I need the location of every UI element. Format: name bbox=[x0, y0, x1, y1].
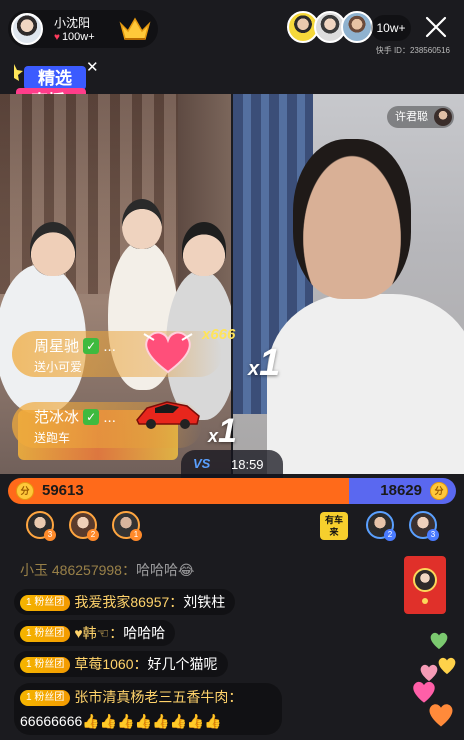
check-icon: ✓ bbox=[83, 338, 100, 354]
comment-user: 张市清真杨老三五香牛肉 bbox=[74, 689, 229, 705]
pk-score-bar[interactable]: 分 59613 18629 分 bbox=[8, 478, 456, 504]
red-packet-seal bbox=[422, 598, 428, 604]
stream-id: 快手 ID：238560516 bbox=[375, 46, 450, 55]
performer-left-head bbox=[30, 222, 76, 276]
guest-name-tag[interactable]: 许君聪 bbox=[387, 106, 454, 128]
contributor-rank: 2 bbox=[384, 529, 396, 541]
gift-sender-name: 范冰冰 bbox=[34, 409, 80, 426]
red-packet-button[interactable] bbox=[404, 556, 446, 614]
host-likes-count: 100w+ bbox=[61, 31, 95, 43]
red-packet-avatar bbox=[413, 568, 437, 592]
floating-heart-icon bbox=[430, 632, 448, 650]
fan-club-badge: 1 粉丝团 bbox=[20, 690, 71, 706]
floating-heart-icon bbox=[438, 657, 456, 675]
badge-close-icon[interactable]: ✕ bbox=[86, 58, 99, 76]
contributor-rank: 3 bbox=[427, 529, 439, 541]
fan-club-badge: 1 粉丝团 bbox=[20, 626, 71, 642]
contributor-rank: 2 bbox=[87, 529, 99, 541]
check-icon: ✓ bbox=[83, 409, 100, 425]
badge-line1: 精选 bbox=[38, 68, 72, 89]
viewer-count[interactable]: 10w+ bbox=[371, 15, 411, 41]
contributor-rank: 1 bbox=[130, 529, 142, 541]
comment-user: 我爱我家86957 bbox=[74, 594, 170, 610]
comment-item[interactable]: 1 粉丝团 ♥韩☜：哈哈哈 bbox=[14, 620, 176, 646]
guest-avatar[interactable] bbox=[434, 108, 452, 126]
comment-text: 66666666👍👍👍👍👍👍👍👍 bbox=[20, 713, 222, 729]
contributor-avatar[interactable]: 3 bbox=[409, 511, 439, 541]
floating-heart-icon bbox=[429, 704, 453, 727]
contributor-avatar[interactable]: 2 bbox=[69, 511, 99, 541]
multiplier-right-value: 1 bbox=[259, 342, 281, 384]
comment-user: ♥韩☜ bbox=[74, 625, 110, 641]
gift-multiplier-left: x1 bbox=[208, 412, 237, 450]
guest-name: 许君聪 bbox=[395, 111, 428, 123]
close-icon[interactable] bbox=[422, 13, 450, 41]
performer-right-head bbox=[182, 222, 226, 276]
top-viewers[interactable] bbox=[287, 11, 373, 43]
pk-timer-text: 18:59 bbox=[231, 457, 264, 472]
comment-item[interactable]: 1 粉丝团 草莓1060：好几个猫呢 bbox=[14, 651, 228, 677]
comment-text: 哈哈哈😂 bbox=[135, 562, 195, 578]
comment-item[interactable]: 小玉 486257998：哈哈哈😂 bbox=[14, 557, 204, 583]
contributor-avatar[interactable]: 3 bbox=[26, 511, 56, 541]
contributor-rank: 3 bbox=[44, 529, 56, 541]
fan-club-badge: 1 粉丝团 bbox=[20, 595, 71, 611]
host-info[interactable]: 小沈阳 ♥ 100w+ bbox=[8, 10, 158, 48]
gift-multiplier-right: x1 bbox=[248, 342, 281, 384]
multiplier-left-value: 1 bbox=[218, 412, 237, 450]
video-right-stream[interactable]: 许君聪 bbox=[233, 94, 464, 474]
comment-user: 草莓1060 bbox=[74, 656, 134, 672]
comment-item[interactable]: 1 粉丝团 张市清真杨老三五香牛肉： 66666666👍👍👍👍👍👍👍👍 bbox=[14, 683, 282, 735]
host-avatar[interactable] bbox=[11, 13, 43, 45]
comment-text: 好几个猫呢 bbox=[147, 656, 218, 672]
viewer-avatar[interactable] bbox=[341, 11, 373, 43]
comment-item[interactable]: 1 粉丝团 我爱我家86957：刘铁柱 bbox=[14, 589, 236, 615]
guest-head bbox=[293, 139, 411, 299]
crown-icon[interactable] bbox=[118, 15, 152, 43]
pk-timer: VS 18:59 bbox=[181, 450, 283, 478]
comment-user: 小玉 486257998 bbox=[20, 562, 122, 578]
comment-text: 哈哈哈 bbox=[123, 625, 166, 641]
contributor-avatar[interactable]: 2 bbox=[366, 511, 396, 541]
guest-body bbox=[267, 294, 464, 474]
pk-right-score: 18629 bbox=[380, 482, 422, 499]
fan-club-badge: 1 粉丝团 bbox=[20, 657, 71, 673]
contributor-avatar[interactable]: 1 bbox=[112, 511, 142, 541]
heart-icon: ♥ bbox=[54, 32, 60, 43]
pk-left-score: 59613 bbox=[42, 482, 84, 499]
host-likes: ♥ 100w+ bbox=[54, 31, 95, 43]
heart-gift-icon bbox=[143, 331, 193, 374]
gift-multiplier-666: x666 bbox=[202, 326, 236, 343]
vs-icon: VS bbox=[193, 456, 211, 471]
sports-car-gift-icon bbox=[136, 401, 200, 429]
performer-center-head bbox=[122, 199, 162, 249]
promo-tag[interactable]: 有车 来 bbox=[320, 512, 348, 540]
coin-icon: 分 bbox=[16, 482, 34, 500]
comment-text: 刘铁柱 bbox=[183, 594, 226, 610]
gift-sender-name: 周星驰 bbox=[34, 338, 80, 355]
host-name: 小沈阳 bbox=[54, 16, 91, 30]
coin-icon: 分 bbox=[430, 482, 448, 500]
